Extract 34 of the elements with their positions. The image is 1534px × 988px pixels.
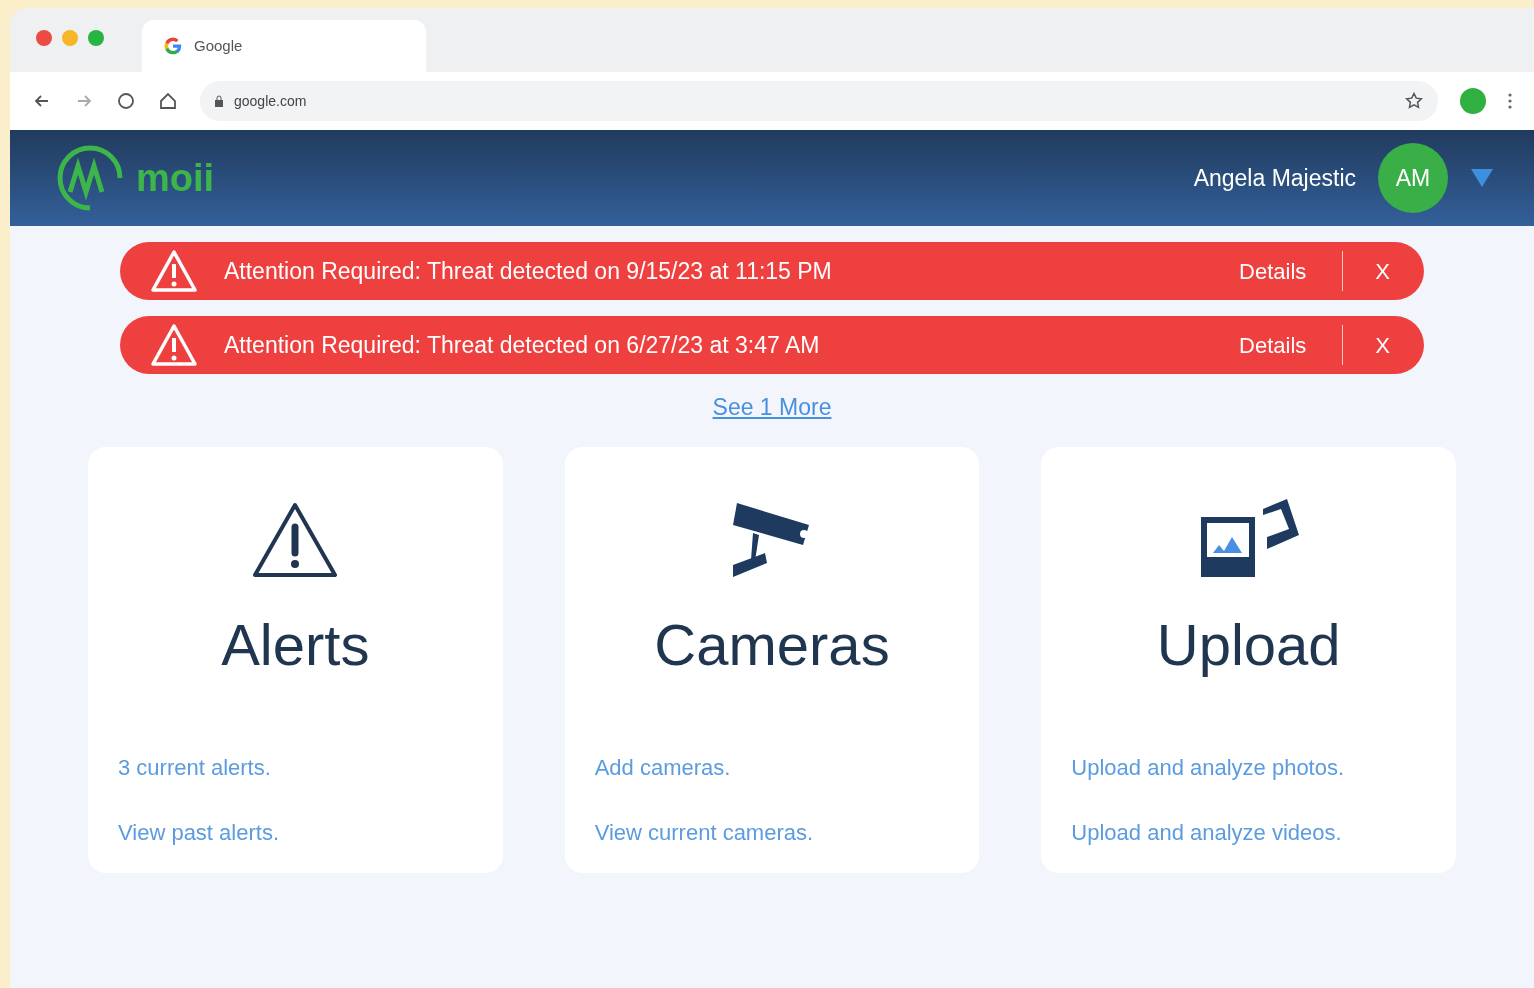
brand-name: moii <box>136 155 215 201</box>
google-logo-icon <box>162 35 184 57</box>
tab-title: Google <box>194 35 243 56</box>
warning-icon <box>148 248 200 294</box>
user-name: Angela Majestic <box>1193 163 1356 193</box>
home-icon[interactable] <box>158 91 178 111</box>
card-title: Upload <box>1156 610 1341 679</box>
user-avatar[interactable]: AM <box>1378 143 1448 213</box>
star-icon[interactable] <box>1404 91 1424 111</box>
card-link[interactable]: Add cameras. <box>594 750 731 784</box>
card-link[interactable]: 3 current alerts. <box>118 750 271 784</box>
card-link[interactable]: View past alerts. <box>118 815 279 849</box>
photos-icon <box>1198 496 1299 579</box>
dropdown-caret-icon[interactable] <box>1470 168 1494 188</box>
card-title: Alerts <box>221 610 370 679</box>
reload-icon[interactable] <box>116 91 136 111</box>
warning-icon <box>251 500 340 579</box>
card-title: Cameras <box>654 610 890 679</box>
dismiss-button[interactable]: X <box>1375 328 1390 362</box>
alert-message: Attention Required: Threat detected on 6/27/23 at 3:47 AM <box>224 330 820 360</box>
url-text: google.com <box>234 91 307 111</box>
warning-icon <box>148 322 200 368</box>
browser-tab[interactable]: Google <box>142 20 426 72</box>
dismiss-button[interactable]: X <box>1375 254 1390 288</box>
card-link[interactable]: Upload and analyze photos. <box>1071 750 1345 784</box>
alert-message: Attention Required: Threat detected on 9/15/23 at 11:15 PM <box>224 256 832 286</box>
see-more-link[interactable]: See 1 More <box>712 390 832 425</box>
lock-icon <box>214 95 224 107</box>
card-link[interactable]: Upload and analyze videos. <box>1071 815 1342 849</box>
details-button[interactable]: Details <box>1239 251 1344 291</box>
address-bar[interactable]: google.com <box>200 81 1438 121</box>
more-options-icon[interactable] <box>1508 93 1512 109</box>
card-link[interactable]: View current cameras. <box>594 815 814 849</box>
details-button[interactable]: Details <box>1239 325 1344 365</box>
